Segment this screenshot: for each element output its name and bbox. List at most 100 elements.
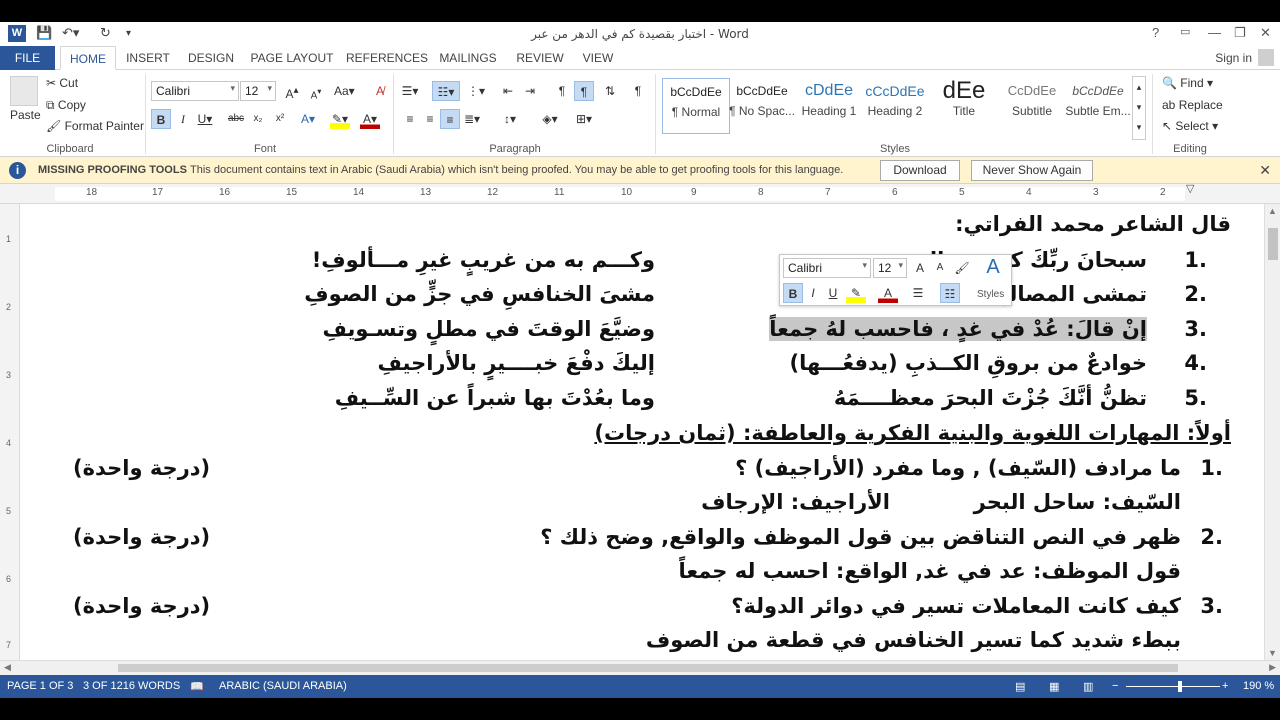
sort-icon[interactable]: ⇅ [600, 81, 620, 101]
mini-bullets-icon[interactable]: ☰ [908, 283, 928, 303]
change-case-icon[interactable]: Aa▾ [334, 81, 355, 101]
zoom-level[interactable]: 190 % [1243, 680, 1274, 692]
bold-icon[interactable]: B [151, 109, 171, 129]
style-subtitle[interactable]: CcDdEe Subtitle [998, 78, 1066, 134]
increase-indent-icon[interactable]: ⇥ [520, 81, 540, 101]
mini-styles-icon[interactable]: A [978, 257, 1008, 277]
multilevel-list-icon[interactable]: ⋮▾ [466, 81, 486, 101]
align-right-icon[interactable]: ≡ [440, 109, 460, 129]
clear-formatting-icon[interactable]: A̸ [370, 81, 390, 101]
strikethrough-icon[interactable]: abc [226, 109, 246, 129]
shading-icon[interactable]: ◈▾ [540, 109, 560, 129]
close-icon[interactable]: ✕ [1259, 162, 1271, 179]
borders-icon[interactable]: ⊞▾ [574, 109, 594, 129]
tab-page-layout[interactable]: PAGE LAYOUT [250, 46, 334, 70]
mini-shrink-font-icon[interactable]: A [930, 258, 950, 278]
zoom-in-icon[interactable]: + [1222, 680, 1228, 692]
mini-numbering-icon[interactable]: ☷ [940, 283, 960, 303]
horizontal-scroll-thumb[interactable] [118, 664, 1178, 672]
find-button[interactable]: 🔍 Find ▾ [1162, 76, 1213, 90]
restore-icon[interactable]: ❐ [1234, 25, 1246, 41]
zoom-slider-thumb[interactable] [1178, 681, 1182, 692]
subscript-icon[interactable]: x₂ [248, 109, 268, 129]
scroll-left-icon[interactable]: ◀ [4, 662, 11, 673]
mini-underline-icon[interactable]: U [823, 283, 843, 303]
word-count[interactable]: 3 OF 1216 WORDS [83, 680, 180, 692]
styles-gallery-scroll[interactable]: ▴ ▾ ▾ [1132, 76, 1146, 140]
font-color-icon[interactable]: A▾ [360, 109, 380, 129]
show-marks-icon[interactable]: ¶ [628, 81, 648, 101]
format-painter-button[interactable]: 🖌 Format Painter [46, 119, 144, 133]
horizontal-scrollbar[interactable]: ◀ ▶ [0, 660, 1280, 675]
style-heading-2[interactable]: cCcDdEe Heading 2 [861, 78, 929, 134]
language-indicator[interactable]: ARABIC (SAUDI ARABIA) [219, 680, 347, 692]
style-no-spacing[interactable]: bCcDdEe ¶ No Spac... [728, 78, 796, 134]
document-page[interactable]: قال الشاعر محمد الفراتي: .1 .2 .3 .4 .5 … [21, 204, 1264, 660]
scroll-up-icon[interactable]: ▲ [1268, 206, 1277, 216]
close-icon[interactable]: ✕ [1260, 25, 1271, 41]
line-spacing-icon[interactable]: ↕▾ [500, 109, 520, 129]
read-mode-icon[interactable]: ▤ [1015, 680, 1025, 693]
mini-grow-font-icon[interactable]: A [910, 258, 930, 278]
style-normal[interactable]: bCcDdEe ¶ Normal [662, 78, 730, 134]
style-title[interactable]: dEe Title [930, 78, 998, 134]
ltr-icon[interactable]: ¶ [552, 81, 572, 101]
horizontal-ruler[interactable]: 18 17 16 15 14 13 12 11 10 9 8 7 6 5 4 3… [0, 182, 1280, 204]
shrink-font-icon[interactable]: A▾ [306, 81, 326, 101]
tab-view[interactable]: VIEW [578, 46, 618, 70]
zoom-out-icon[interactable]: − [1112, 680, 1118, 692]
mini-bold-icon[interactable]: B [783, 283, 803, 303]
tab-insert[interactable]: INSERT [122, 46, 174, 70]
vertical-scroll-thumb[interactable] [1268, 228, 1278, 260]
ribbon-display-options-icon[interactable]: ▭ [1180, 25, 1190, 38]
mini-italic-icon[interactable]: I [803, 283, 823, 303]
underline-icon[interactable]: U▾ [195, 109, 215, 129]
web-layout-icon[interactable]: ▥ [1083, 680, 1093, 693]
tab-file[interactable]: FILE [0, 46, 55, 70]
user-icon[interactable] [1258, 49, 1274, 66]
replace-button[interactable]: ab Replace [1162, 98, 1223, 112]
superscript-icon[interactable]: x² [270, 109, 290, 129]
tab-mailings[interactable]: MAILINGS [436, 46, 500, 70]
paste-button[interactable]: Paste [10, 108, 41, 122]
tab-references[interactable]: REFERENCES [346, 46, 428, 70]
mini-format-painter-icon[interactable]: 🖌 [952, 258, 972, 278]
justify-icon[interactable]: ≣▾ [462, 109, 482, 129]
scroll-down-icon[interactable]: ▼ [1268, 648, 1277, 658]
copy-button[interactable]: ⧉ Copy [46, 98, 86, 113]
align-center-icon[interactable]: ≡ [420, 109, 440, 129]
mini-size-combo[interactable]: 12 ▾ [873, 258, 907, 278]
cut-button[interactable]: ✂ Cut [46, 76, 78, 90]
indent-marker-icon[interactable]: ▽ [1186, 182, 1194, 195]
vertical-ruler[interactable]: 1 2 3 4 5 6 7 [0, 204, 20, 660]
zoom-slider[interactable] [1126, 686, 1220, 687]
rtl-icon[interactable]: ¶ [574, 81, 594, 101]
page-count[interactable]: PAGE 1 OF 3 [7, 680, 73, 692]
text-effects-icon[interactable]: A▾ [298, 109, 318, 129]
style-subtle-emphasis[interactable]: bCcDdEe Subtle Em... [1064, 78, 1132, 134]
tab-review[interactable]: REVIEW [512, 46, 568, 70]
tab-home[interactable]: HOME [60, 46, 116, 70]
italic-icon[interactable]: I [173, 109, 193, 129]
font-name-combo[interactable]: Calibri ▾ [151, 81, 239, 101]
mini-highlight-icon[interactable]: ✎ [846, 283, 866, 303]
minimize-icon[interactable]: — [1208, 25, 1221, 40]
print-layout-icon[interactable]: ▦ [1049, 680, 1059, 693]
never-show-again-button[interactable]: Never Show Again [971, 160, 1093, 181]
decrease-indent-icon[interactable]: ⇤ [498, 81, 518, 101]
mini-font-combo[interactable]: Calibri ▾ [783, 258, 871, 278]
grow-font-icon[interactable]: A▴ [282, 81, 302, 101]
bullets-icon[interactable]: ☰▾ [400, 81, 420, 101]
proofing-icon[interactable]: 📖 [190, 680, 204, 693]
scroll-right-icon[interactable]: ▶ [1269, 662, 1276, 673]
tab-design[interactable]: DESIGN [184, 46, 238, 70]
download-button[interactable]: Download [880, 160, 960, 181]
mini-font-color-icon[interactable]: A [878, 283, 898, 303]
align-left-icon[interactable]: ≡ [400, 109, 420, 129]
style-heading-1[interactable]: cDdEe Heading 1 [795, 78, 863, 134]
font-size-combo[interactable]: 12 ▾ [240, 81, 276, 101]
numbering-icon[interactable]: ☷▾ [432, 81, 460, 101]
sign-in-link[interactable]: Sign in [1215, 51, 1252, 65]
select-button[interactable]: ↖ Select ▾ [1162, 119, 1218, 133]
highlight-icon[interactable]: ✎▾ [330, 109, 350, 129]
